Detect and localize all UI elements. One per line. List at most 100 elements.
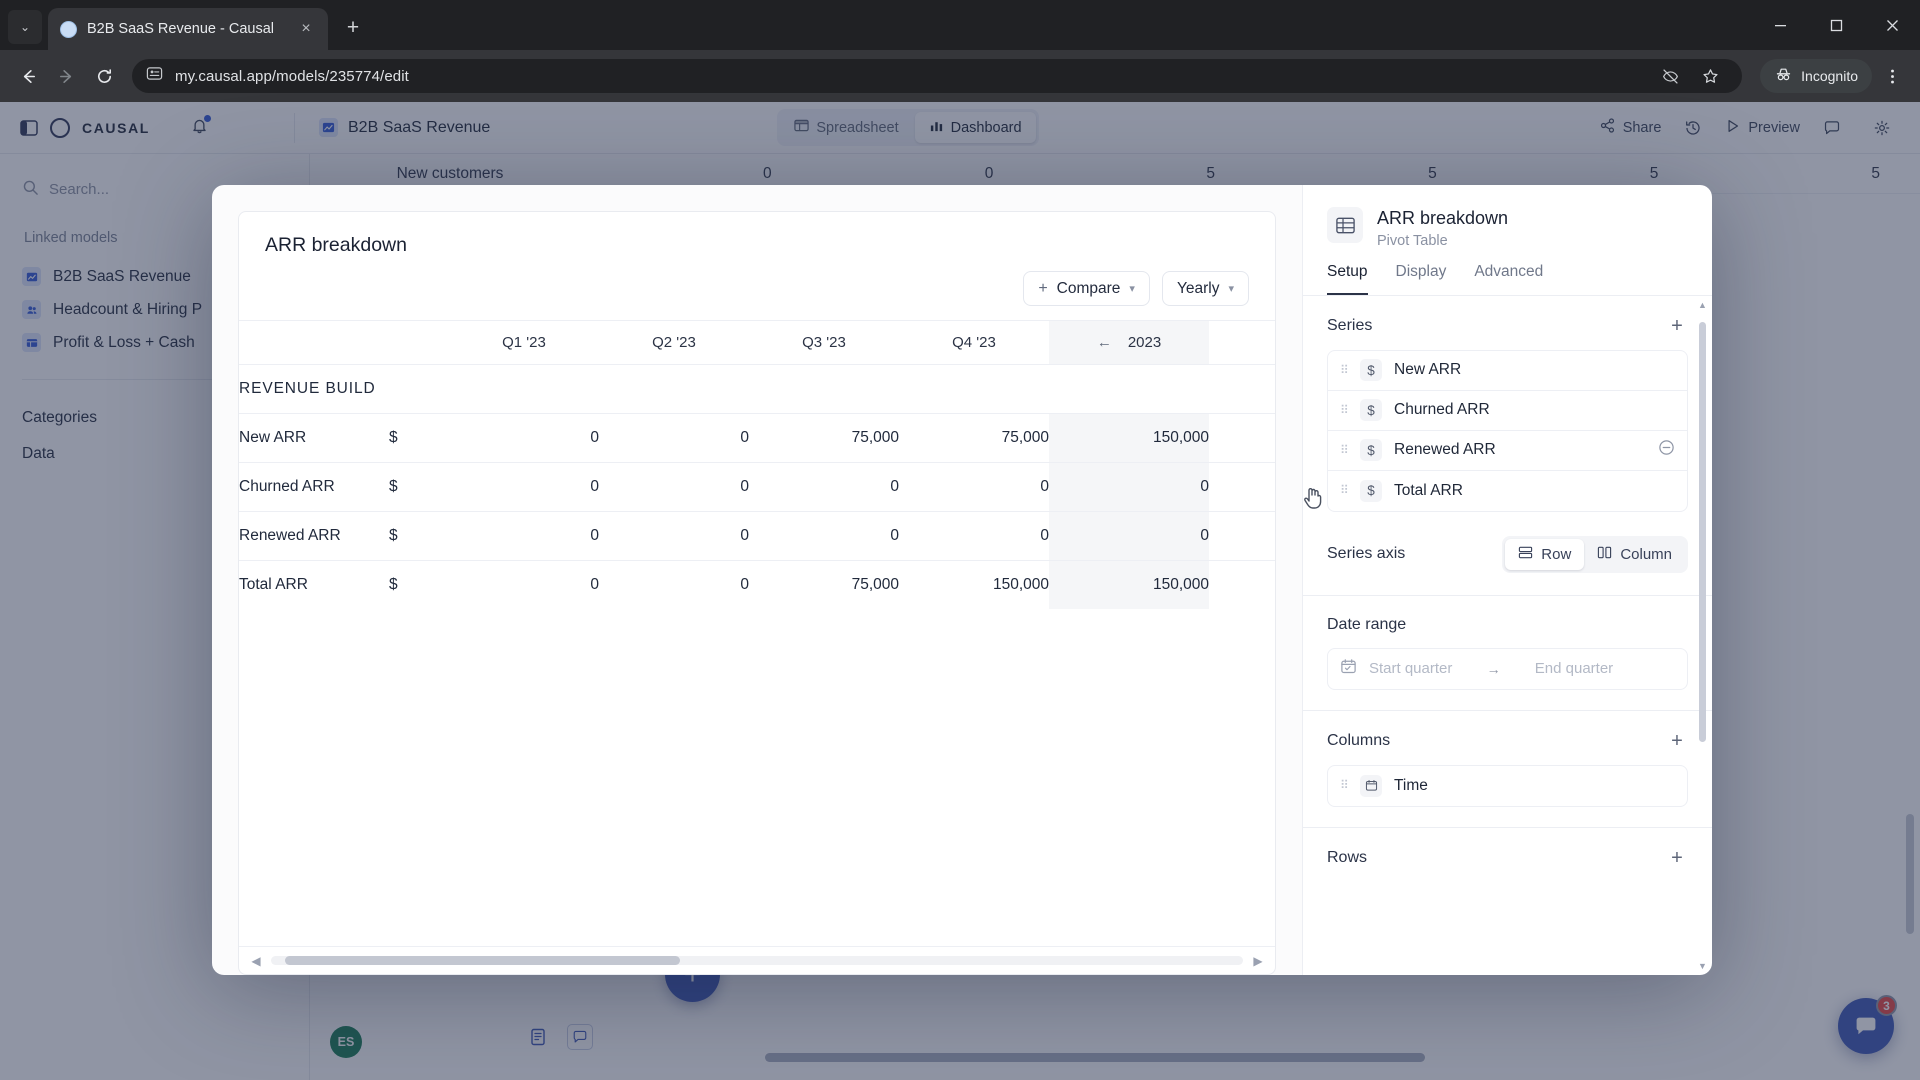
scrollbar-thumb[interactable] — [285, 956, 680, 965]
new-tab-button[interactable]: + — [336, 11, 370, 45]
series-axis-row-option[interactable]: Row — [1505, 538, 1585, 570]
columns-title: Columns — [1327, 731, 1391, 749]
series-item-total-arr[interactable]: ⠿ $ Total ARR — [1328, 471, 1687, 511]
column-header-q4[interactable]: Q4 '23 — [899, 320, 1049, 365]
cell-q3[interactable]: 75,000 — [749, 560, 899, 609]
granularity-dropdown[interactable]: Yearly ▾ — [1161, 271, 1249, 306]
panel-vertical-scrollbar[interactable]: ▲ ▼ — [1698, 300, 1707, 972]
tab-setup[interactable]: Setup — [1327, 263, 1368, 295]
drag-handle-icon[interactable]: ⠿ — [1340, 779, 1349, 791]
cell-q1[interactable]: 0 — [449, 413, 599, 463]
modal-chart-pane: ARR breakdown + Compare ▾ Yearly ▾ Q1 '2… — [212, 185, 1302, 975]
panel-title: ARR breakdown — [1377, 208, 1509, 228]
cell-q4[interactable]: 75,000 — [899, 413, 1049, 463]
column-header-year[interactable]: ← 2023 — [1049, 320, 1209, 365]
browser-tab[interactable]: B2B SaaS Revenue - Causal × — [48, 8, 328, 50]
window-controls — [1752, 0, 1920, 50]
cell-q1[interactable]: 0 — [449, 462, 599, 512]
back-icon[interactable] — [10, 58, 46, 94]
start-quarter-input[interactable]: Start quarter — [1369, 660, 1452, 677]
rows-section-header: Rows + — [1327, 848, 1688, 868]
cell-q1[interactable]: 0 — [449, 511, 599, 561]
table-row[interactable]: Total ARR $ 0 0 75,000 150,000 150,000 — [239, 560, 1275, 609]
series-item-renewed-arr[interactable]: ⠿ $ Renewed ARR — [1328, 431, 1687, 471]
drag-handle-icon[interactable]: ⠿ — [1340, 404, 1349, 416]
drag-handle-icon[interactable]: ⠿ — [1340, 484, 1349, 496]
drag-handle-icon[interactable]: ⠿ — [1340, 364, 1349, 376]
date-range-field[interactable]: Start quarter → End quarter — [1327, 647, 1688, 690]
cell-q3[interactable]: 0 — [749, 511, 899, 561]
column-item-time[interactable]: ⠿ Time — [1328, 766, 1687, 806]
panel-subtitle: Pivot Table — [1377, 232, 1448, 249]
cell-year[interactable]: 0 — [1049, 511, 1209, 561]
chrome-menu-icon[interactable] — [1874, 58, 1910, 94]
row-unit: $ — [389, 511, 449, 561]
drag-handle-icon[interactable]: ⠿ — [1340, 444, 1349, 456]
cell-year[interactable]: 0 — [1049, 462, 1209, 512]
column-header-q1[interactable]: Q1 '23 — [449, 320, 599, 365]
minimize-icon[interactable] — [1752, 2, 1808, 48]
incognito-label: Incognito — [1801, 68, 1858, 84]
scroll-right-icon[interactable]: ▶ — [1251, 954, 1265, 968]
close-window-icon[interactable] — [1864, 2, 1920, 48]
address-bar[interactable]: my.causal.app/models/235774/edit — [132, 58, 1743, 94]
cell-q4[interactable]: 150,000 — [899, 560, 1049, 609]
scroll-down-icon[interactable]: ▼ — [1698, 961, 1707, 971]
scrollbar-track[interactable] — [271, 956, 1243, 965]
series-section-header: Series + — [1327, 316, 1688, 336]
cell-q4[interactable]: 0 — [899, 462, 1049, 512]
reload-icon[interactable] — [86, 58, 122, 94]
series-axis-column-option[interactable]: Column — [1584, 539, 1685, 570]
tab-advanced[interactable]: Advanced — [1474, 263, 1543, 295]
maximize-icon[interactable] — [1808, 2, 1864, 48]
tracking-protection-icon[interactable] — [1652, 58, 1688, 94]
compare-label: Compare — [1056, 279, 1121, 297]
cell-q2[interactable]: 0 — [599, 560, 749, 609]
cell-q2[interactable]: 0 — [599, 462, 749, 512]
scrollbar-thumb[interactable] — [1699, 321, 1706, 742]
table-row[interactable]: Churned ARR $ 0 0 0 0 0 — [239, 462, 1275, 512]
calendar-icon — [1340, 658, 1357, 680]
cell-year[interactable]: 150,000 — [1049, 560, 1209, 609]
scroll-up-icon[interactable]: ▲ — [1698, 300, 1707, 310]
cell-next — [1209, 511, 1275, 561]
site-settings-icon[interactable] — [146, 65, 163, 87]
panel-header: ARR breakdown Pivot Table — [1303, 185, 1712, 249]
scroll-left-icon[interactable]: ◀ — [249, 954, 263, 968]
tab-display[interactable]: Display — [1396, 263, 1447, 295]
tab-strip: ⌄ B2B SaaS Revenue - Causal × + — [0, 0, 1920, 50]
forward-icon[interactable] — [48, 58, 84, 94]
end-quarter-input[interactable]: End quarter — [1535, 660, 1653, 677]
cell-q3[interactable]: 0 — [749, 462, 899, 512]
cell-q4[interactable]: 0 — [899, 511, 1049, 561]
collapse-year-arrow-icon[interactable]: ← — [1097, 334, 1112, 351]
bookmark-star-icon[interactable] — [1692, 58, 1728, 94]
tab-search-chevron-icon[interactable]: ⌄ — [8, 10, 42, 44]
column-header-q3[interactable]: Q3 '23 — [749, 320, 899, 365]
series-item-new-arr[interactable]: ⠿ $ New ARR — [1328, 351, 1687, 391]
pivot-table-body: REVENUE BUILD New ARR $ 0 0 75,000 75,00… — [239, 365, 1275, 609]
currency-type-icon: $ — [1360, 439, 1382, 461]
column-item-label: Time — [1394, 776, 1428, 794]
cell-year[interactable]: 150,000 — [1049, 413, 1209, 463]
cell-q1[interactable]: 0 — [449, 560, 599, 609]
unit-header-cell — [389, 320, 449, 365]
browser-toolbar: my.causal.app/models/235774/edit Incogni… — [0, 50, 1920, 102]
cell-next — [1209, 413, 1275, 463]
incognito-indicator[interactable]: Incognito — [1760, 59, 1872, 93]
table-row[interactable]: Renewed ARR $ 0 0 0 0 0 — [239, 511, 1275, 561]
add-series-button[interactable]: + — [1666, 316, 1688, 336]
cell-q3[interactable]: 75,000 — [749, 413, 899, 463]
add-column-button[interactable]: + — [1666, 731, 1688, 751]
table-row[interactable]: New ARR $ 0 0 75,000 75,000 150,000 — [239, 413, 1275, 463]
close-icon[interactable]: × — [296, 21, 316, 37]
table-horizontal-scrollbar[interactable]: ◀ ▶ — [239, 946, 1275, 974]
column-header-q2[interactable]: Q2 '23 — [599, 320, 749, 365]
row-label: Total ARR — [239, 560, 389, 609]
cell-q2[interactable]: 0 — [599, 413, 749, 463]
add-row-button[interactable]: + — [1666, 848, 1688, 868]
cell-q2[interactable]: 0 — [599, 511, 749, 561]
remove-series-icon[interactable] — [1658, 439, 1675, 461]
compare-button[interactable]: + Compare ▾ — [1023, 271, 1150, 306]
series-item-churned-arr[interactable]: ⠿ $ Churned ARR — [1328, 391, 1687, 431]
